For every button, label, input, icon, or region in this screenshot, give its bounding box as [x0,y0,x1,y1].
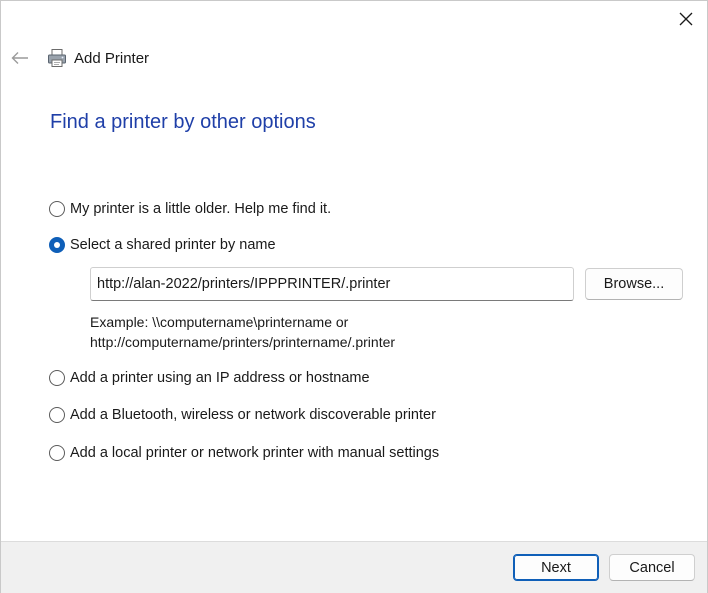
radio-older-printer[interactable] [49,201,65,217]
back-button[interactable] [9,47,31,69]
option-shared-printer[interactable]: Select a shared printer by name [49,234,276,256]
browse-button[interactable]: Browse... [585,268,683,300]
option-label: Add a Bluetooth, wireless or network dis… [70,407,436,423]
option-bluetooth-wireless[interactable]: Add a Bluetooth, wireless or network dis… [49,404,436,426]
next-button[interactable]: Next [513,554,599,581]
add-printer-dialog: Add Printer Find a printer by other opti… [0,0,708,593]
close-icon [679,12,693,26]
radio-bluetooth-wireless[interactable] [49,407,65,423]
printer-icon [48,49,66,67]
option-older-printer[interactable]: My printer is a little older. Help me fi… [49,198,331,220]
option-label: My printer is a little older. Help me fi… [70,201,332,217]
example-text: Example: \\computername\printername or h… [90,312,395,352]
option-label: Add a local printer or network printer w… [70,445,440,461]
dialog-footer: Next Cancel [1,541,707,593]
option-ip-address[interactable]: Add a printer using an IP address or hos… [49,367,370,389]
radio-shared-printer[interactable] [49,237,65,253]
cancel-button[interactable]: Cancel [609,554,695,581]
option-label: Select a shared printer by name [70,237,276,253]
radio-local-manual[interactable] [49,445,65,461]
page-heading: Find a printer by other options [50,111,316,133]
radio-ip-address[interactable] [49,370,65,386]
example-line-1: Example: \\computername\printername or [90,314,349,330]
back-arrow-icon [11,52,28,64]
title-bar: Add Printer [47,46,149,70]
example-line-2: http://computername/printers/printername… [90,334,396,350]
shared-printer-name-input[interactable] [90,267,574,301]
close-button[interactable] [671,5,701,33]
option-label: Add a printer using an IP address or hos… [70,370,370,386]
dialog-title: Add Printer [74,49,150,67]
option-local-manual[interactable]: Add a local printer or network printer w… [49,442,439,464]
